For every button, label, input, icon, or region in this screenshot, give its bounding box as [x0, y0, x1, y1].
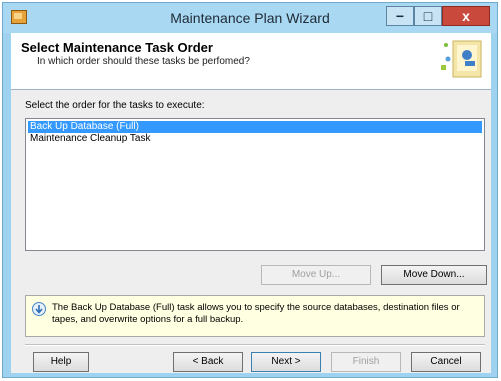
wizard-window: Maintenance Plan Wizard − □ x Select Mai…: [2, 2, 498, 378]
next-button[interactable]: Next >: [251, 352, 321, 372]
page-subtitle: In which order should these tasks be per…: [37, 56, 250, 67]
cancel-button[interactable]: Cancel: [411, 352, 481, 372]
title-bar[interactable]: Maintenance Plan Wizard − □ x: [3, 3, 497, 33]
move-down-button[interactable]: Move Down...: [381, 265, 487, 285]
task-description-text: The Back Up Database (Full) task allows …: [52, 302, 460, 325]
wizard-graphic-icon: [441, 40, 482, 78]
task-description-panel: The Back Up Database (Full) task allows …: [25, 295, 485, 337]
move-up-button[interactable]: Move Up...: [261, 265, 371, 285]
page-title: Select Maintenance Task Order: [21, 40, 213, 55]
content-area: Select the order for the tasks to execut…: [11, 90, 491, 373]
task-item-cleanup[interactable]: Maintenance Cleanup Task: [26, 133, 484, 145]
footer-divider: [25, 344, 485, 346]
minimize-button[interactable]: −: [386, 6, 414, 26]
close-button[interactable]: x: [442, 6, 490, 26]
task-item-backup[interactable]: Back Up Database (Full): [28, 121, 482, 133]
task-list[interactable]: Back Up Database (Full) Maintenance Clea…: [25, 118, 485, 251]
back-button[interactable]: < Back: [173, 352, 243, 372]
info-arrow-icon: [32, 302, 46, 316]
task-order-label: Select the order for the tasks to execut…: [25, 100, 205, 111]
help-button[interactable]: Help: [33, 352, 89, 372]
maximize-button[interactable]: □: [414, 6, 442, 26]
finish-button[interactable]: Finish: [331, 352, 401, 372]
wizard-header: Select Maintenance Task Order In which o…: [11, 33, 491, 90]
